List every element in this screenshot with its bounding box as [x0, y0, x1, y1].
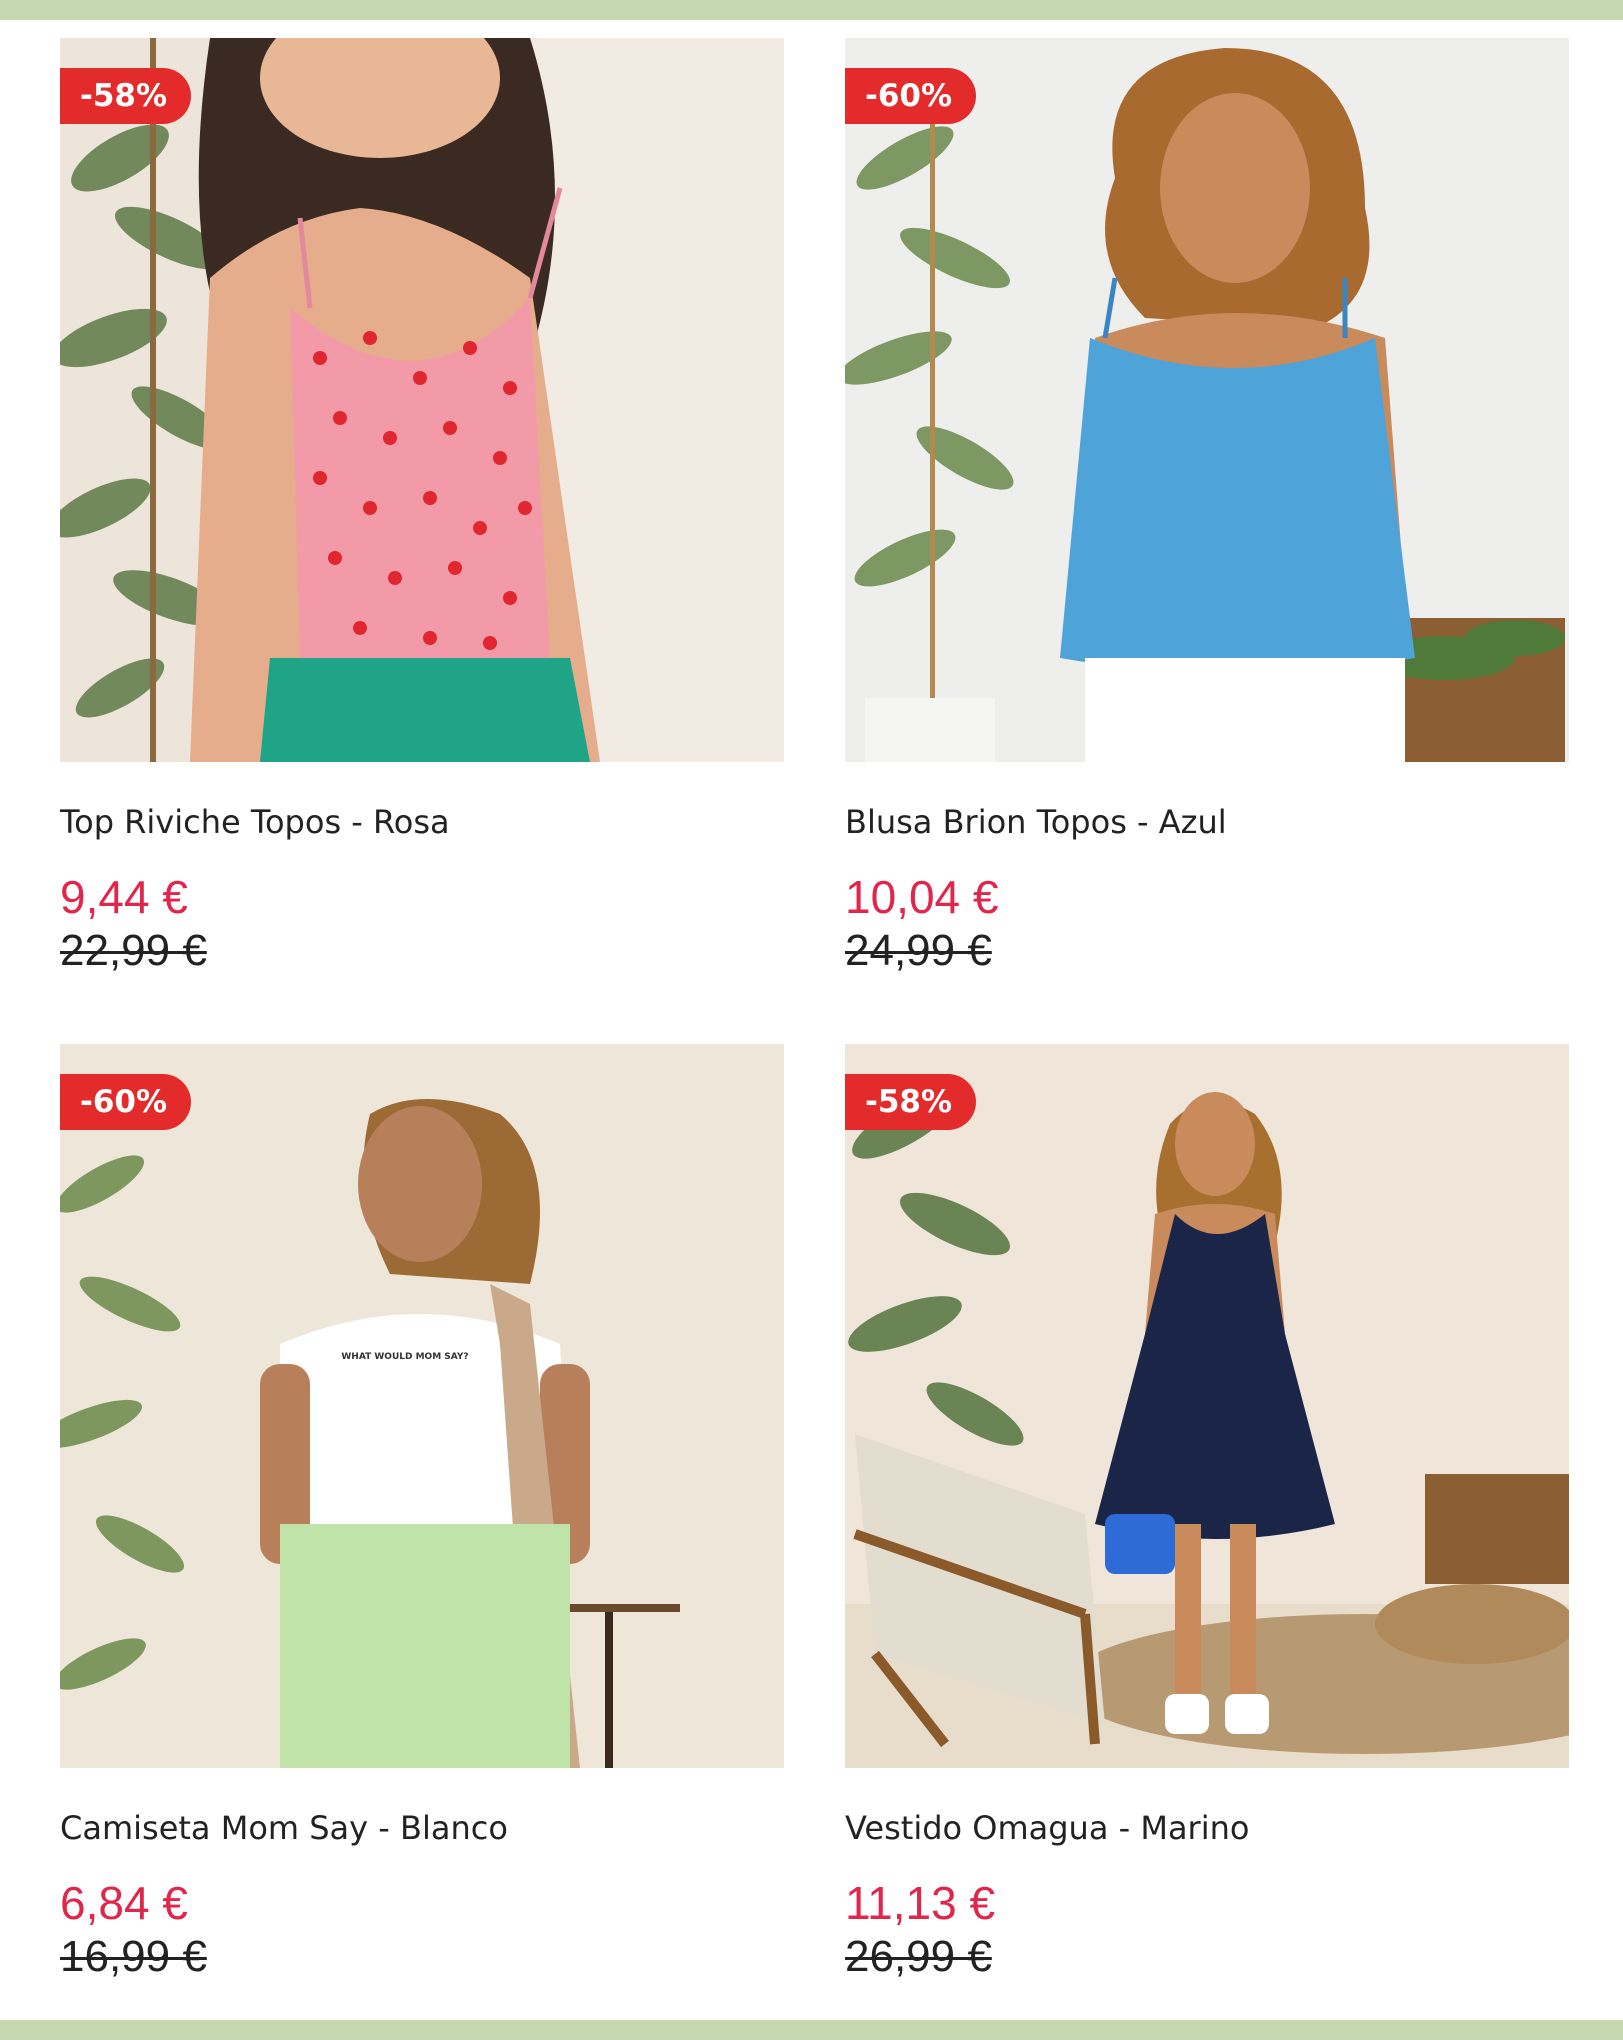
- product-image[interactable]: [845, 1044, 1569, 1768]
- bottom-frame-band: [0, 2020, 1623, 2040]
- sale-price: 11,13 €: [845, 1877, 996, 1929]
- top-frame-band: [0, 0, 1623, 20]
- sale-price: 9,44 €: [60, 871, 188, 923]
- svg-text:WHAT WOULD MOM SAY?: WHAT WOULD MOM SAY?: [341, 1352, 468, 1362]
- product-name[interactable]: Vestido Omagua - Marino: [845, 1809, 1569, 1847]
- original-price: 26,99 €: [845, 1932, 992, 1981]
- product-image[interactable]: [845, 38, 1569, 762]
- product-card-camiseta-mom-say[interactable]: WHAT WOULD MOM SAY? -60% Camiseta Mom Sa…: [60, 1044, 784, 1984]
- discount-badge: -60%: [60, 1074, 192, 1130]
- product-image[interactable]: [60, 38, 784, 762]
- product-name[interactable]: Blusa Brion Topos - Azul: [845, 803, 1569, 841]
- sale-price: 6,84 €: [60, 1877, 188, 1929]
- original-price: 24,99 €: [845, 926, 992, 975]
- product-image[interactable]: WHAT WOULD MOM SAY?: [60, 1044, 784, 1768]
- product-card-blusa-brion[interactable]: -60% Blusa Brion Topos - Azul 10,04 € 24…: [845, 38, 1569, 978]
- discount-badge: -58%: [845, 1074, 977, 1130]
- product-name[interactable]: Top Riviche Topos - Rosa: [60, 803, 784, 841]
- product-card-top-riviche[interactable]: -58% Top Riviche Topos - Rosa 9,44 € 22,…: [60, 38, 784, 978]
- discount-badge: -60%: [845, 68, 977, 124]
- original-price: 22,99 €: [60, 926, 207, 975]
- discount-badge: -58%: [60, 68, 192, 124]
- product-card-vestido-omagua[interactable]: -58% Vestido Omagua - Marino 11,13 € 26,…: [845, 1044, 1569, 1984]
- original-price: 16,99 €: [60, 1932, 207, 1981]
- product-name[interactable]: Camiseta Mom Say - Blanco: [60, 1809, 784, 1847]
- sale-price: 10,04 €: [845, 871, 999, 923]
